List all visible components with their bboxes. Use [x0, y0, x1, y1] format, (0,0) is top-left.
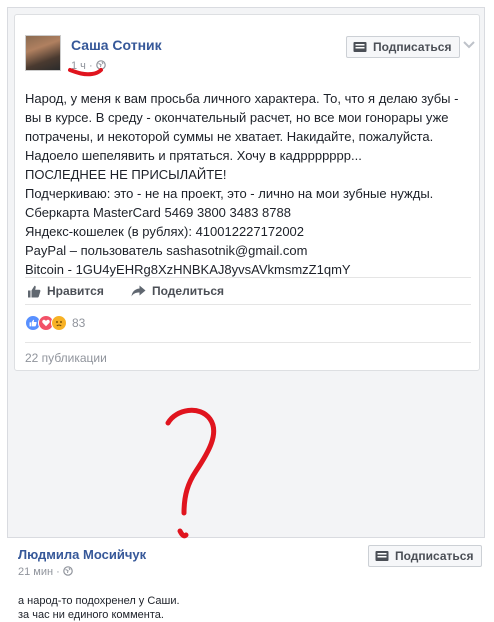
- comment-text: а народ-то подохренел у Саши. за час ни …: [18, 594, 180, 622]
- globe-icon: [63, 566, 73, 576]
- subscribe-icon: [375, 551, 389, 561]
- comment-author-name[interactable]: Людмила Мосийчук: [18, 547, 146, 562]
- red-underline-annotation: [68, 68, 103, 77]
- screenshot-frame: Саша Сотник 1 ч · Подписаться Народ, у м…: [7, 7, 485, 539]
- question-mark-drawing: [165, 407, 217, 539]
- comment-line: а народ-то подохренел у Саши.: [18, 595, 180, 607]
- comment-meta: 21 мин ·: [18, 566, 73, 578]
- separator-dot: ·: [56, 566, 63, 578]
- comment-line: за час ни единого коммента.: [18, 609, 164, 621]
- comment-subscribe-button[interactable]: Подписаться: [368, 545, 483, 567]
- comment-time[interactable]: 21 мин: [18, 566, 53, 578]
- subscribe-label: Подписаться: [395, 549, 474, 563]
